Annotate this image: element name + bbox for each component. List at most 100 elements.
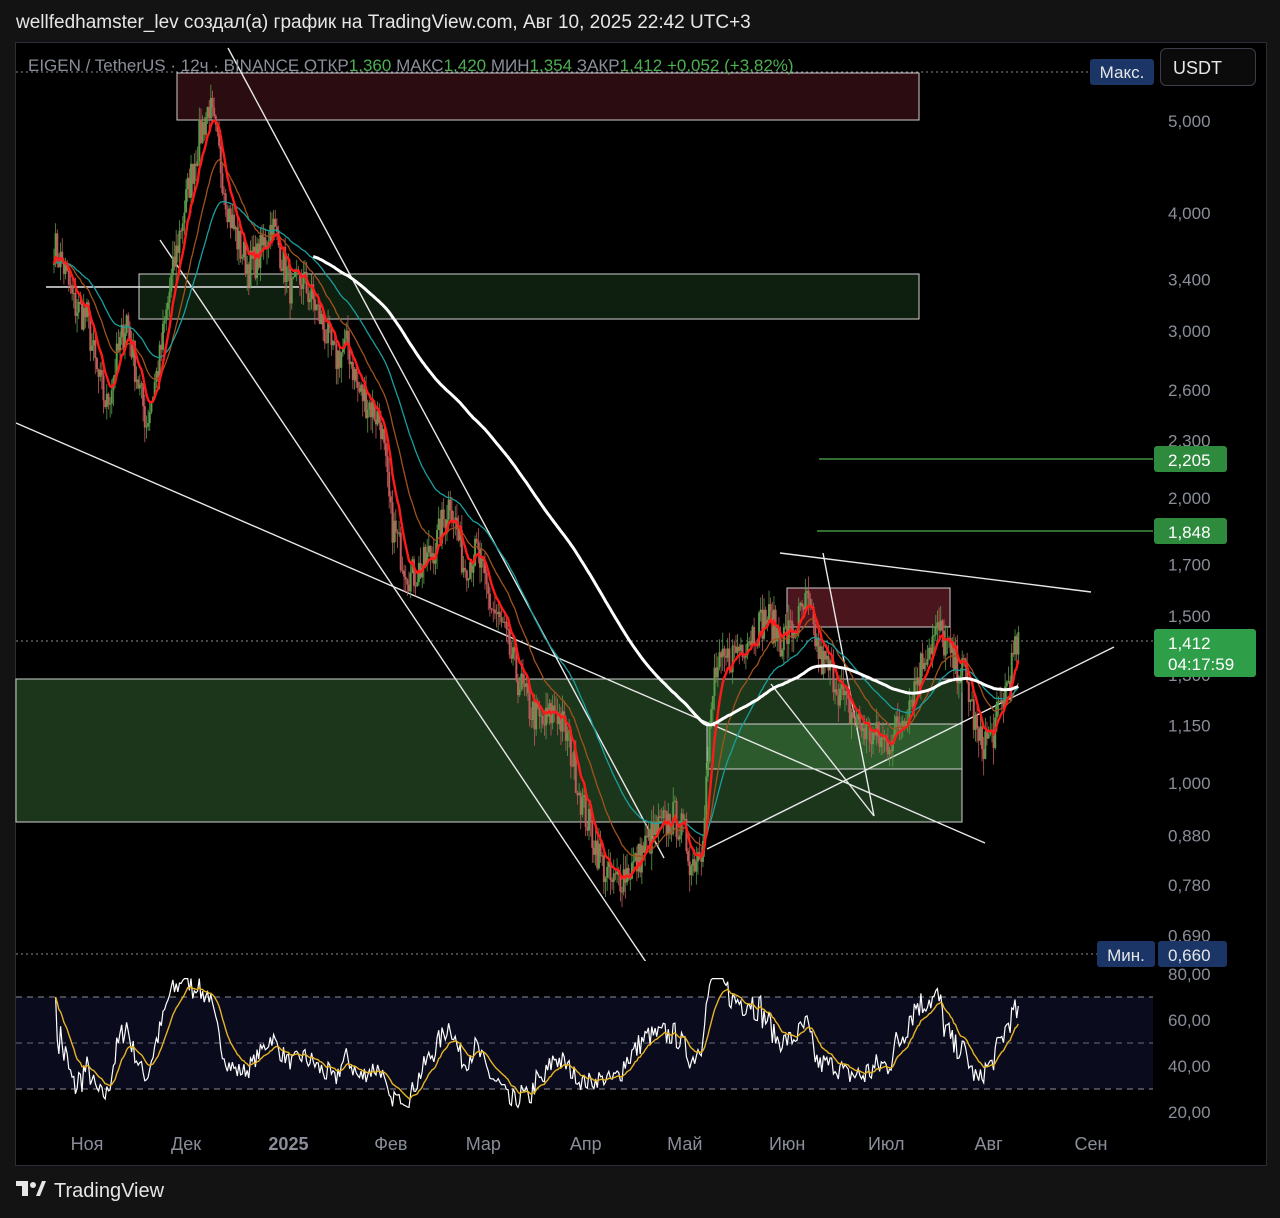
candle-body bbox=[690, 865, 693, 876]
legend-close-label: ЗАКР bbox=[576, 56, 620, 75]
rsi-tick-label: 40,00 bbox=[1168, 1057, 1211, 1076]
legend-open: 1,360 bbox=[348, 56, 392, 75]
rsi-tick-label: 80,00 bbox=[1168, 965, 1211, 984]
candle-body bbox=[95, 358, 98, 370]
time-tick-label: Дек bbox=[171, 1134, 201, 1154]
candle-body bbox=[232, 214, 235, 230]
candle-body bbox=[632, 861, 635, 863]
candle-body bbox=[127, 315, 130, 327]
candle-body bbox=[475, 538, 478, 543]
candle-body bbox=[477, 542, 480, 550]
candle-body bbox=[933, 634, 936, 637]
time-tick-label: Июн bbox=[769, 1134, 805, 1154]
candle-body bbox=[94, 340, 97, 359]
candle-body bbox=[138, 384, 141, 389]
candle-body bbox=[801, 602, 804, 607]
resistance-zone-top[interactable] bbox=[176, 72, 920, 121]
candle-body bbox=[981, 726, 984, 750]
price-tick-label: 3,400 bbox=[1168, 271, 1211, 290]
candle-body bbox=[442, 509, 445, 520]
candle-body bbox=[74, 293, 77, 316]
candle-body bbox=[659, 816, 662, 818]
candle-body bbox=[1017, 632, 1020, 655]
candle-body bbox=[69, 284, 72, 286]
candle-body bbox=[941, 620, 944, 631]
price-tick-label: 4,000 bbox=[1168, 204, 1211, 223]
legend-symbol[interactable]: EIGEN / TetherUS · 12ч · BINANCE bbox=[28, 56, 299, 75]
candle-body bbox=[835, 689, 838, 695]
price-tick-label: 1,150 bbox=[1168, 717, 1211, 736]
time-tick-label: Фев bbox=[374, 1134, 407, 1154]
candle-body bbox=[769, 604, 772, 612]
candle-body bbox=[976, 715, 979, 729]
candle-body bbox=[274, 218, 277, 227]
candle-body bbox=[389, 496, 392, 503]
candle-body bbox=[193, 163, 196, 184]
candle-body bbox=[781, 649, 784, 657]
candle-body bbox=[165, 309, 168, 321]
candle-body bbox=[449, 499, 452, 511]
candle-body bbox=[409, 573, 412, 592]
rsi-pane[interactable]: 80,00 60,00 40,00 20,00 bbox=[16, 965, 1211, 1122]
candle-body bbox=[181, 223, 184, 231]
current-price-text: 1,412 bbox=[1168, 634, 1211, 653]
trendlines[interactable] bbox=[16, 47, 1115, 968]
chart-svg[interactable]: 5,0004,0003,4003,0002,6002,3002,0001,700… bbox=[0, 0, 1280, 1218]
candle-body bbox=[290, 277, 293, 304]
candle-body bbox=[416, 582, 419, 587]
target-1-text: 2,205 bbox=[1168, 451, 1211, 470]
candle-body bbox=[285, 267, 288, 282]
candle-body bbox=[926, 659, 929, 665]
candle-body bbox=[185, 189, 188, 213]
candle-body bbox=[384, 443, 387, 456]
candle-body bbox=[498, 611, 501, 618]
currency-button[interactable]: USDT bbox=[1160, 48, 1256, 86]
rsi-tick-label: 60,00 bbox=[1168, 1011, 1211, 1030]
legend-low-label: МИН bbox=[490, 56, 530, 75]
min-label-text: Мин. bbox=[1107, 946, 1145, 965]
time-axis[interactable]: Ноя Дек 2025 Фев Мар Апр Май Июн Июл Авг Сен bbox=[71, 1134, 1108, 1154]
candle-body bbox=[521, 673, 524, 684]
candle-body bbox=[163, 320, 166, 324]
candle-body bbox=[944, 640, 947, 656]
price-tick-label: 5,000 bbox=[1168, 112, 1211, 131]
ma-white-line[interactable] bbox=[312, 255, 1019, 727]
candle-body bbox=[1005, 682, 1008, 687]
candle-body bbox=[695, 861, 698, 872]
symbol-legend: EIGEN / TetherUS · 12ч · BINANCE ОТКР1,3… bbox=[28, 56, 794, 76]
candle-body bbox=[355, 369, 358, 382]
candle-body bbox=[538, 707, 541, 717]
candle-body bbox=[493, 609, 496, 614]
footer-brand[interactable]: TradingView bbox=[54, 1180, 164, 1203]
candle-body bbox=[541, 715, 544, 725]
footer: TradingView bbox=[16, 1180, 164, 1203]
candle-body bbox=[150, 401, 153, 413]
candle-body bbox=[143, 406, 146, 428]
candle-body bbox=[110, 390, 113, 404]
candle-body bbox=[967, 681, 970, 703]
support-zone-inner[interactable] bbox=[706, 723, 963, 770]
candle-body bbox=[566, 732, 569, 741]
candle-body bbox=[388, 472, 391, 497]
candle-body bbox=[855, 719, 858, 724]
price-tick-label: 1,000 bbox=[1168, 774, 1211, 793]
candle-body bbox=[102, 375, 105, 401]
support-zone-upper[interactable] bbox=[138, 273, 920, 320]
price-tick-label: 3,000 bbox=[1168, 322, 1211, 341]
candle-body bbox=[528, 693, 531, 719]
candle-body bbox=[333, 341, 336, 345]
rsi-axis[interactable]: 80,00 60,00 40,00 20,00 bbox=[1168, 965, 1211, 1122]
trendline-steep-channel-outer[interactable] bbox=[159, 239, 650, 968]
candle-body bbox=[403, 570, 406, 577]
candle-body bbox=[148, 412, 151, 424]
candle-body bbox=[204, 117, 207, 135]
candle-body bbox=[90, 345, 93, 351]
price-tick-label: 1,500 bbox=[1168, 607, 1211, 626]
tradingview-logo-icon[interactable] bbox=[16, 1180, 46, 1203]
candle-body bbox=[987, 734, 990, 739]
candle-body bbox=[852, 712, 855, 719]
time-tick-label: Мар bbox=[466, 1134, 501, 1154]
legend-high-label: МАКС bbox=[396, 56, 444, 75]
candle-body bbox=[211, 97, 214, 108]
candle-body bbox=[107, 393, 110, 405]
